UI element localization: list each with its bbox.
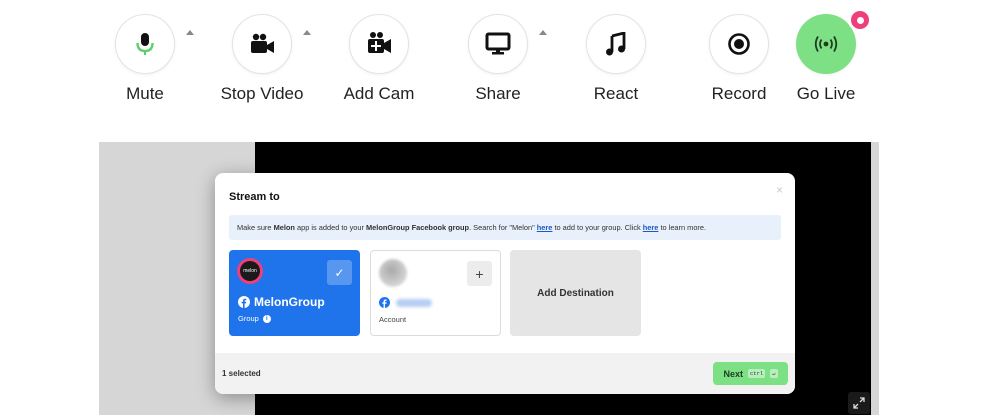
mute-control: Mute [95, 8, 195, 108]
stream-to-dialog: Stream to × Make sure Melon app is added… [215, 173, 795, 394]
info-text: to learn more. [658, 223, 707, 232]
add-destination-label: Add Destination [537, 287, 614, 299]
destination-card-account[interactable]: + Account [370, 250, 501, 336]
info-banner: Make sure Melon app is added to your Mel… [229, 215, 781, 240]
record-button[interactable] [709, 14, 769, 74]
check-icon: ✓ [334, 265, 345, 280]
next-label: Next [723, 368, 743, 379]
info-text: app is added to your [294, 223, 367, 232]
plus-icon: + [475, 265, 484, 282]
account-type: Account [379, 315, 407, 324]
live-indicator [848, 8, 872, 32]
dialog-title: Stream to [229, 191, 280, 203]
search-here-link[interactable]: here [537, 223, 553, 232]
destination-card-group[interactable]: melon ✓ MelonGroup Group i [229, 250, 360, 336]
add-destination-card[interactable]: Add Destination [510, 250, 641, 336]
record-label: Record [711, 84, 767, 103]
group-name: MelonGroup [254, 295, 325, 309]
go-live-control: Go Live [776, 8, 876, 108]
account-avatar [379, 259, 407, 287]
add-camera-icon [368, 32, 391, 53]
react-label: React [593, 84, 639, 103]
share-button[interactable] [468, 14, 528, 74]
info-text: to add to your group. Click [552, 223, 643, 232]
share-control: Share [448, 8, 548, 108]
mute-label: Mute [126, 84, 164, 103]
selected-checkbox[interactable]: ✓ [327, 260, 352, 285]
stop-video-button[interactable] [232, 14, 292, 74]
info-app-name: Melon [273, 223, 295, 232]
add-cam-label: Add Cam [343, 84, 415, 103]
add-cam-button[interactable] [349, 14, 409, 74]
add-cam-control: Add Cam [329, 8, 429, 108]
ctrl-key-hint: ctrl [748, 369, 766, 378]
stage-scrollbar[interactable] [871, 142, 879, 415]
video-camera-icon [251, 33, 274, 53]
stop-video-control: Stop Video [212, 8, 312, 108]
stop-video-label: Stop Video [220, 84, 304, 103]
melon-logo-text: melon [240, 261, 260, 281]
enter-key-hint: ↵ [770, 369, 778, 378]
info-text: Make sure [237, 223, 274, 232]
close-icon[interactable]: × [776, 183, 783, 197]
group-type-row: Group i [238, 314, 271, 323]
mute-options-caret[interactable] [186, 30, 194, 35]
broadcast-icon [814, 36, 838, 52]
expand-button[interactable] [848, 392, 870, 414]
record-control: Record [689, 8, 789, 108]
selected-count: 1 selected [222, 369, 261, 378]
monitor-icon [485, 32, 511, 55]
info-group-name: MelonGroup Facebook group [366, 223, 470, 232]
learn-more-link[interactable]: here [643, 223, 659, 232]
info-text: . Search for "Melon" [469, 223, 537, 232]
next-button[interactable]: Next ctrl ↵ [713, 362, 788, 385]
expand-icon [853, 397, 865, 409]
record-icon [728, 33, 750, 55]
group-name-row: MelonGroup [238, 295, 325, 309]
share-options-caret[interactable] [539, 30, 547, 35]
share-label: Share [475, 84, 521, 103]
add-account-button[interactable]: + [467, 261, 492, 286]
melon-logo: melon [237, 258, 263, 284]
account-name-row [379, 297, 432, 308]
mute-button[interactable] [115, 14, 175, 74]
facebook-icon [379, 297, 390, 308]
react-button[interactable] [586, 14, 646, 74]
facebook-icon [238, 296, 250, 308]
go-live-label: Go Live [796, 84, 856, 103]
go-live-button[interactable] [796, 14, 856, 74]
meeting-toolbar: Mute Stop Video Add Cam Share React Reco… [0, 0, 990, 120]
dialog-footer: 1 selected Next ctrl ↵ [215, 353, 795, 394]
react-control: React [566, 8, 666, 108]
account-name-redacted [396, 298, 432, 307]
group-type: Group [238, 314, 259, 323]
microphone-icon [136, 33, 154, 55]
music-note-icon [606, 32, 626, 56]
info-icon[interactable]: i [262, 314, 271, 323]
video-options-caret[interactable] [303, 30, 311, 35]
